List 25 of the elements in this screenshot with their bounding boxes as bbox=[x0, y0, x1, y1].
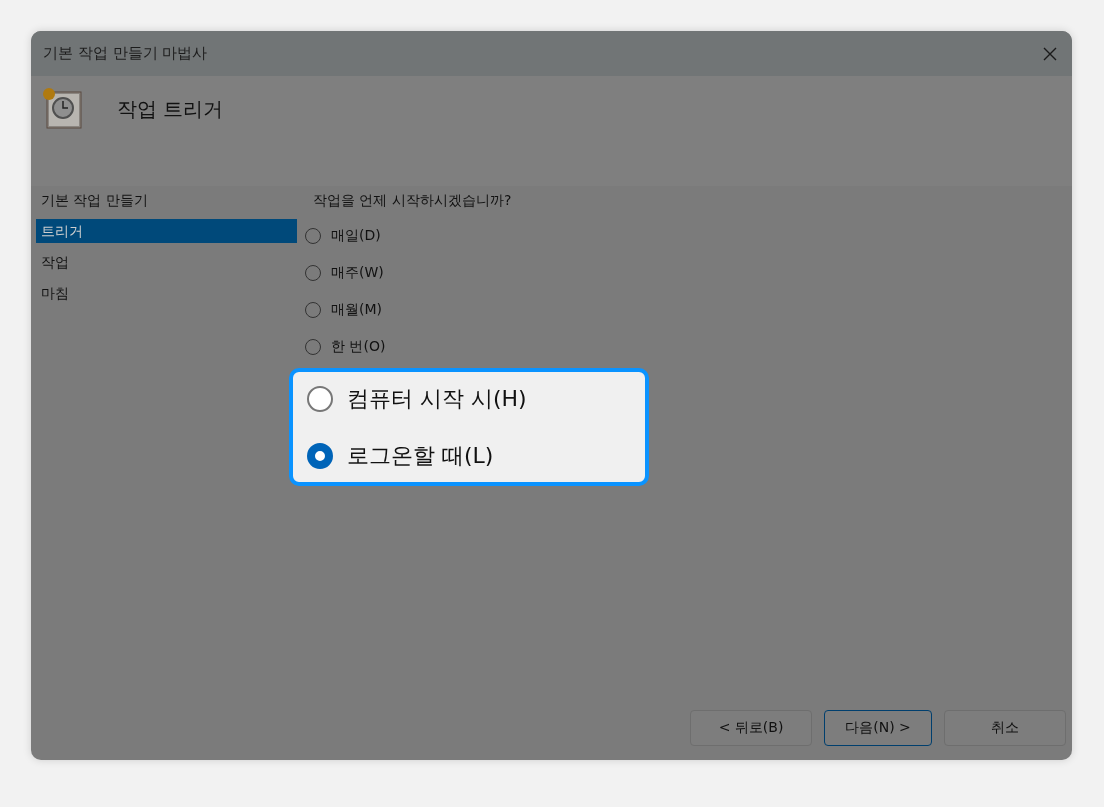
radio-option[interactable]: 한 번(O) bbox=[305, 335, 649, 359]
dialog-button[interactable]: 다음(N) > bbox=[824, 710, 932, 746]
window-title: 기본 작업 만들기 마법사 bbox=[43, 44, 208, 63]
step-item[interactable]: 트리거 bbox=[36, 219, 297, 243]
highlighted-radio-option[interactable]: 컴퓨터 시작 시(H) bbox=[307, 382, 631, 415]
highlighted-radio-option[interactable]: 로그온할 때(L) bbox=[307, 439, 631, 472]
option-label: 매월(M) bbox=[331, 301, 382, 319]
close-icon[interactable] bbox=[1042, 45, 1058, 62]
radio-icon[interactable] bbox=[307, 442, 333, 469]
dialog-button[interactable]: < 뒤로(B) bbox=[690, 710, 812, 746]
option-label: 컴퓨터 시작 시(H) bbox=[347, 384, 527, 413]
radio-option[interactable]: 매월(M) bbox=[305, 298, 649, 322]
option-label: 로그온할 때(L) bbox=[347, 441, 494, 470]
option-label: 매일(D) bbox=[331, 227, 381, 245]
dialog-button[interactable]: 취소 bbox=[944, 710, 1066, 746]
option-label: 매주(W) bbox=[331, 264, 384, 282]
radio-option[interactable]: 매주(W) bbox=[305, 261, 649, 285]
question-text: 작업을 언제 시작하시겠습니까? bbox=[313, 192, 513, 210]
step-item[interactable]: 마침 bbox=[36, 281, 297, 305]
page-heading: 작업 트리거 bbox=[117, 96, 224, 123]
option-label: 한 번(O) bbox=[331, 338, 386, 356]
step-item[interactable]: 기본 작업 만들기 bbox=[36, 188, 297, 212]
radio-icon[interactable] bbox=[307, 385, 333, 412]
step-item[interactable]: 작업 bbox=[36, 250, 297, 274]
radio-option[interactable]: 매일(D) bbox=[305, 224, 649, 248]
